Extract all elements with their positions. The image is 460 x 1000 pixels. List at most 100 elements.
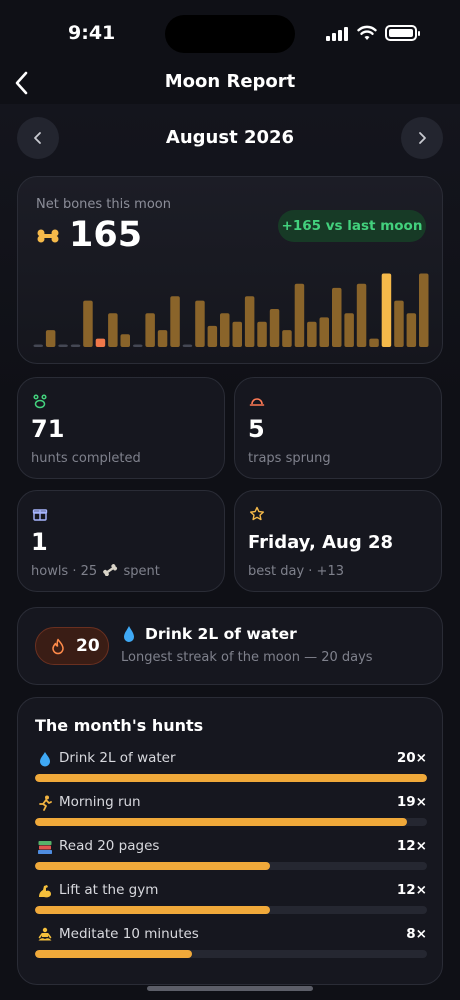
runner-icon	[39, 795, 52, 811]
delta-badge: +165 vs last moon	[278, 210, 426, 242]
chart-bar	[182, 344, 193, 347]
chart-bar	[257, 321, 267, 347]
chart-bar	[58, 344, 68, 347]
trap-icon	[249, 398, 265, 406]
water-drop-icon	[124, 626, 134, 642]
chart-bar	[220, 313, 230, 347]
chart-bar	[356, 283, 367, 347]
hunts-completed-label: hunts completed	[31, 451, 141, 466]
hunts-completed-value: 71	[31, 415, 65, 443]
paw-icon	[33, 394, 47, 409]
hunt-name: Lift at the gym	[59, 882, 159, 898]
chart-bar	[232, 321, 242, 347]
chart-bar	[33, 344, 43, 347]
chart-bar	[269, 309, 280, 347]
hunt-progress-track	[35, 774, 427, 782]
hunt-row: Morning run 19×	[35, 794, 427, 834]
books-icon	[38, 841, 52, 854]
best-day-value: Friday, Aug 28	[248, 532, 394, 553]
page-title: Moon Report	[164, 71, 296, 92]
hunt-progress-fill	[35, 774, 427, 782]
chart-bar	[145, 313, 155, 347]
longest-streak-card: 20 Drink 2L of water Longest streak of t…	[17, 607, 443, 685]
chart-bar	[83, 300, 93, 347]
hunt-progress-fill	[35, 906, 271, 914]
next-month-button[interactable]	[401, 117, 443, 159]
star-icon	[250, 506, 264, 521]
status-bar: 9:41	[0, 0, 460, 60]
hunt-progress-track	[35, 950, 427, 958]
chart-bar	[319, 317, 329, 347]
gift-icon	[32, 509, 48, 521]
chart-bar	[344, 313, 354, 347]
cellular-signal-icon	[326, 27, 350, 41]
streak-badge: 20	[35, 627, 109, 665]
howls-label: howls · 25 spent	[31, 564, 160, 579]
chart-bar	[133, 344, 143, 347]
hunt-count: 12×	[396, 882, 427, 898]
chart-bar	[70, 344, 81, 347]
hunt-count: 8×	[406, 926, 427, 942]
month-selector: August 2026	[17, 117, 443, 161]
chart-bar	[170, 296, 180, 347]
hunt-progress-track	[35, 862, 427, 870]
hunt-count: 19×	[396, 794, 427, 810]
dynamic-island	[165, 15, 295, 53]
hunt-row: Drink 2L of water 20×	[35, 750, 427, 790]
flexed-biceps-icon	[39, 885, 51, 898]
streak-count: 20	[76, 636, 100, 656]
water-drop-icon	[40, 752, 50, 767]
chart-bar	[282, 330, 292, 347]
hunt-count: 12×	[396, 838, 427, 854]
meditation-icon	[38, 927, 52, 941]
flame-icon	[52, 638, 64, 655]
howls-spent-suffix: spent	[123, 564, 160, 579]
net-bones-value: 165	[69, 215, 143, 255]
navigation-bar: Moon Report	[0, 60, 460, 104]
chart-bar	[157, 330, 168, 347]
hunt-row: Read 20 pages 12×	[35, 838, 427, 878]
chart-bar	[381, 273, 392, 347]
hunt-progress-track	[35, 818, 427, 826]
bone-icon	[37, 229, 59, 243]
traps-sprung-label: traps sprung	[248, 451, 331, 466]
month-label: August 2026	[165, 127, 295, 148]
hunt-name: Morning run	[59, 794, 141, 810]
chart-bar	[244, 296, 255, 347]
streak-habit-title: Drink 2L of water	[145, 625, 297, 643]
hunt-row: Meditate 10 minutes 8×	[35, 926, 427, 966]
chart-bar	[120, 334, 130, 347]
hunt-progress-fill	[35, 818, 408, 826]
battery-icon	[385, 25, 420, 41]
bone-icon	[103, 564, 118, 577]
chart-bar	[307, 321, 317, 347]
best-day-label: best day · +13	[248, 564, 344, 579]
howls-spent-text: howls · 25	[31, 564, 98, 579]
howls-value: 1	[31, 528, 48, 556]
wifi-icon	[357, 25, 377, 40]
hunt-name: Meditate 10 minutes	[59, 926, 199, 942]
chevron-right-icon	[419, 132, 426, 144]
chart-bar	[369, 338, 379, 347]
chart-bar	[195, 300, 205, 347]
chart-bar	[294, 283, 305, 347]
hunt-name: Read 20 pages	[59, 838, 160, 854]
chart-bar	[419, 273, 429, 347]
daily-bones-bar-chart	[33, 273, 429, 347]
home-indicator	[147, 986, 313, 991]
chart-bar	[45, 330, 56, 347]
monthly-hunts-card: The month's hunts Drink 2L of water 20× …	[17, 697, 443, 985]
hunt-progress-fill	[35, 862, 271, 870]
hunts-section-title: The month's hunts	[35, 716, 204, 735]
hunt-count: 20×	[396, 750, 427, 766]
howls-card: 1 howls · 25 spent	[17, 490, 225, 592]
chart-bar	[108, 313, 118, 347]
streak-subtitle: Longest streak of the moon — 20 days	[121, 650, 373, 665]
chart-bar	[95, 338, 106, 347]
hunt-row: Lift at the gym 12×	[35, 882, 427, 922]
traps-sprung-value: 5	[248, 415, 265, 443]
chart-bar	[332, 287, 342, 347]
net-bones-card: Net bones this moon 165 +165 vs last moo…	[17, 176, 443, 364]
chart-bar	[394, 300, 404, 347]
status-time: 9:41	[68, 22, 116, 44]
